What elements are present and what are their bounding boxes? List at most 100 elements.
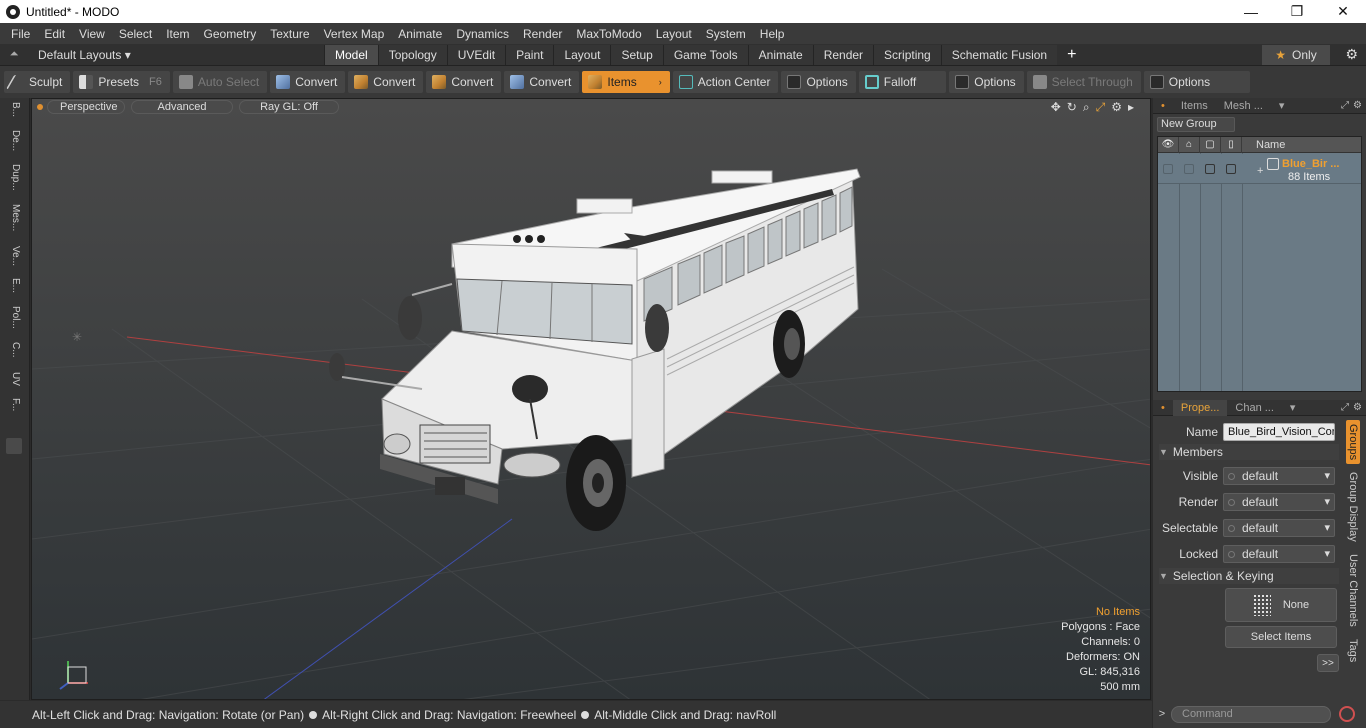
- menu-vertex-map[interactable]: Vertex Map: [317, 27, 392, 41]
- select-column-icon[interactable]: ▢: [1200, 136, 1221, 153]
- locked-dropdown[interactable]: default: [1223, 545, 1335, 563]
- add-tab-button[interactable]: +: [1057, 45, 1086, 65]
- record-macro-icon[interactable]: [1339, 706, 1355, 722]
- tab-game-tools[interactable]: Game Tools: [662, 44, 748, 65]
- zoom-icon[interactable]: ⌕: [1083, 100, 1090, 115]
- pan-icon[interactable]: ✥: [1051, 100, 1061, 115]
- maximize-viewport-icon[interactable]: ⤢: [1096, 100, 1106, 115]
- viewport-settings-icon[interactable]: ⚙: [1111, 100, 1122, 115]
- menu-maxtomodo[interactable]: MaxToModo: [569, 27, 648, 41]
- vtab-vertex[interactable]: Ve...: [5, 246, 21, 266]
- expand-group-icon[interactable]: +: [1257, 165, 1263, 177]
- menu-file[interactable]: File: [4, 27, 37, 41]
- action-center-button[interactable]: Action Center: [672, 71, 779, 93]
- options-button-3[interactable]: Options: [1143, 71, 1251, 93]
- vtab-edge[interactable]: E...: [5, 278, 21, 293]
- vtab-mesh-edit[interactable]: Mes...: [5, 204, 21, 231]
- strip-toggle-button[interactable]: [6, 438, 22, 454]
- viewport-expand-icon[interactable]: ▸: [1128, 100, 1134, 115]
- tab-layout[interactable]: Layout: [553, 44, 611, 65]
- panel-gear-icon[interactable]: ⚙: [1353, 402, 1362, 413]
- menu-render[interactable]: Render: [516, 27, 569, 41]
- menu-texture[interactable]: Texture: [263, 27, 316, 41]
- tab-properties[interactable]: Prope...: [1172, 399, 1228, 416]
- command-input[interactable]: Command: [1171, 705, 1331, 723]
- vtab-curve[interactable]: C...: [5, 342, 21, 358]
- only-button[interactable]: ★ Only: [1262, 45, 1330, 65]
- render-toggle-icon[interactable]: [1184, 164, 1194, 174]
- panel-menu-dot[interactable]: •: [1153, 98, 1173, 114]
- raygl-toggle[interactable]: Ray GL: Off: [239, 100, 339, 114]
- convert-button-3[interactable]: Convert: [426, 71, 502, 93]
- tab-model[interactable]: Model: [324, 44, 378, 65]
- falloff-button[interactable]: Falloff: [858, 71, 947, 93]
- presets-button[interactable]: Presets F6: [73, 71, 170, 93]
- visibility-eye-icon[interactable]: [1163, 164, 1173, 174]
- tab-render[interactable]: Render: [812, 44, 874, 65]
- vtab-fusion[interactable]: F...: [5, 398, 21, 411]
- new-group-button[interactable]: New Group: [1157, 117, 1235, 132]
- sculpt-button[interactable]: Sculpt: [4, 71, 71, 93]
- visibility-column-icon[interactable]: 👁: [1158, 136, 1179, 153]
- visible-dropdown[interactable]: default: [1223, 467, 1335, 485]
- rotate-icon[interactable]: ↻: [1067, 100, 1077, 115]
- group-row[interactable]: + Blue_Bir ... 88 Items: [1158, 154, 1361, 184]
- tab-tags[interactable]: Tags: [1346, 635, 1360, 666]
- options-button-1[interactable]: Options: [781, 71, 856, 93]
- selection-keying-section[interactable]: ▼ Selection & Keying: [1159, 568, 1339, 584]
- select-items-button[interactable]: Select Items: [1225, 626, 1337, 648]
- lock-column-icon[interactable]: ▯: [1221, 136, 1242, 153]
- render-column-icon[interactable]: ⌂: [1179, 136, 1200, 153]
- view-mode-dropdown[interactable]: Perspective: [47, 100, 125, 114]
- selection-none-button[interactable]: None: [1225, 588, 1337, 622]
- tab-group-display[interactable]: Group Display: [1346, 468, 1360, 546]
- tab-channels[interactable]: Chan ...: [1227, 400, 1282, 416]
- shading-dropdown[interactable]: Advanced: [131, 100, 233, 114]
- tab-paint[interactable]: Paint: [505, 44, 554, 65]
- panel-menu-dot[interactable]: •: [1153, 400, 1173, 416]
- vtab-duplicate[interactable]: Dup...: [5, 164, 21, 191]
- convert-button-4[interactable]: Convert: [504, 71, 580, 93]
- maximize-button[interactable]: ❐: [1274, 0, 1320, 23]
- command-history-icon[interactable]: >: [1153, 708, 1171, 720]
- tab-setup[interactable]: Setup: [610, 44, 663, 65]
- menu-view[interactable]: View: [72, 27, 112, 41]
- menu-select[interactable]: Select: [112, 27, 159, 41]
- tab-items[interactable]: Items: [1173, 98, 1216, 114]
- menu-help[interactable]: Help: [753, 27, 792, 41]
- tab-user-channels[interactable]: User Channels: [1346, 550, 1360, 631]
- layouts-dropdown[interactable]: Default Layouts ▾: [28, 48, 324, 62]
- menu-animate[interactable]: Animate: [391, 27, 449, 41]
- auto-select-button[interactable]: Auto Select: [172, 71, 268, 93]
- items-button[interactable]: Items ›: [582, 71, 670, 93]
- more-button[interactable]: >>: [1317, 654, 1339, 672]
- lock-toggle[interactable]: [1226, 164, 1236, 174]
- menu-edit[interactable]: Edit: [37, 27, 72, 41]
- panel-gear-icon[interactable]: ⚙: [1353, 100, 1362, 111]
- tab-groups[interactable]: Groups: [1346, 420, 1360, 465]
- name-field[interactable]: Blue_Bird_Vision_Cor: [1223, 423, 1335, 441]
- viewport-menu-dot[interactable]: [37, 104, 43, 110]
- menu-geometry[interactable]: Geometry: [197, 27, 264, 41]
- minimize-button[interactable]: —: [1228, 0, 1274, 23]
- vtab-basic[interactable]: B...: [5, 102, 21, 117]
- close-button[interactable]: ✕: [1320, 0, 1366, 23]
- tabs-dropdown-icon[interactable]: ▾: [1271, 98, 1293, 114]
- expand-icon[interactable]: ⤢: [1341, 100, 1349, 111]
- members-section[interactable]: ▼ Members: [1159, 444, 1339, 460]
- selectable-dropdown[interactable]: default: [1223, 519, 1335, 537]
- menu-dynamics[interactable]: Dynamics: [449, 27, 516, 41]
- vtab-polygon[interactable]: Pol...: [5, 306, 21, 329]
- tabs-dropdown-icon[interactable]: ▾: [1282, 400, 1304, 416]
- menu-item[interactable]: Item: [159, 27, 196, 41]
- convert-button-2[interactable]: Convert: [348, 71, 424, 93]
- tab-topology[interactable]: Topology: [377, 44, 447, 65]
- 3d-viewport[interactable]: ✳ Perspective Advanced Ray GL: Off ✥ ↻ ⌕…: [31, 98, 1151, 700]
- pin-icon[interactable]: ⏶: [0, 48, 28, 61]
- render-dropdown[interactable]: default: [1223, 493, 1335, 511]
- vtab-uv[interactable]: UV: [5, 372, 21, 386]
- gear-icon[interactable]: ⚙: [1345, 46, 1358, 63]
- expand-icon[interactable]: ⤢: [1341, 402, 1349, 413]
- menu-system[interactable]: System: [699, 27, 753, 41]
- tab-scripting[interactable]: Scripting: [873, 44, 941, 65]
